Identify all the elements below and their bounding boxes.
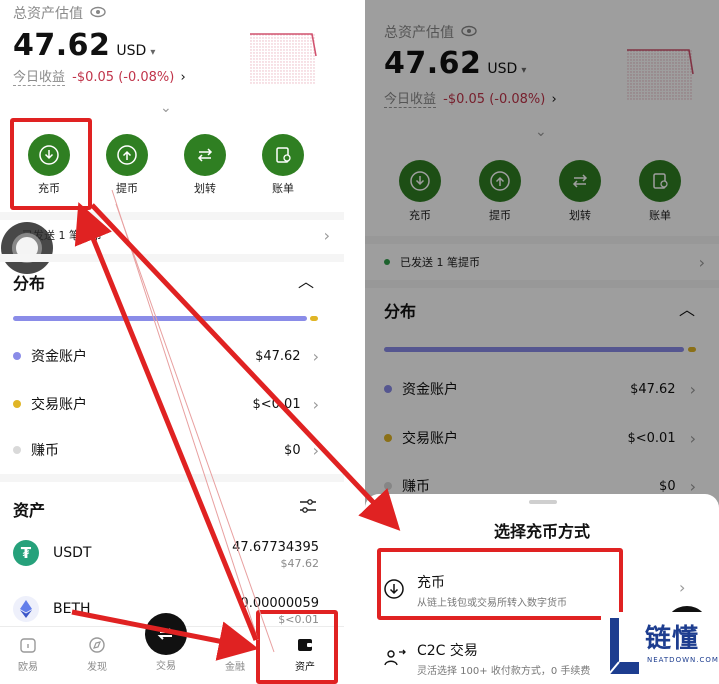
total-assets-label-text: 总资产估值 bbox=[13, 6, 83, 22]
divider bbox=[0, 474, 344, 482]
nav-label: 金融 bbox=[225, 662, 245, 673]
eth-icon bbox=[13, 596, 39, 622]
total-assets-label: 总资产估值 bbox=[13, 3, 107, 23]
account-row[interactable]: 交易账户 $<0.01 › bbox=[13, 392, 319, 416]
watermark-subtext: NEATDOWN.COM bbox=[647, 656, 719, 664]
legend-dot bbox=[13, 446, 21, 454]
expand-chevron-icon[interactable]: ⌄ bbox=[160, 100, 172, 116]
eye-icon[interactable] bbox=[90, 6, 107, 22]
chevron-right-icon: › bbox=[679, 578, 686, 597]
caret-down-icon[interactable]: ▾ bbox=[150, 47, 155, 58]
finance-icon bbox=[228, 637, 242, 653]
nav-item-discover[interactable]: 发现 bbox=[72, 635, 122, 673]
discover-icon bbox=[89, 637, 105, 653]
withdraw-button[interactable]: 提币 bbox=[97, 134, 157, 196]
watermark-l-icon bbox=[608, 618, 639, 677]
nav-item-finance[interactable]: 金融 bbox=[210, 635, 260, 673]
bill-button[interactable]: 账单 bbox=[253, 134, 313, 196]
c2c-icon bbox=[383, 648, 407, 673]
highlight-deposit-box bbox=[10, 118, 92, 210]
bill-icon bbox=[262, 134, 304, 176]
legend-dot bbox=[13, 352, 21, 360]
currency-selector[interactable]: USD bbox=[116, 43, 146, 59]
transfer-button[interactable]: 划转 bbox=[175, 134, 235, 196]
pnl-value: -$0.05 (-0.08%) bbox=[72, 70, 175, 85]
distribution-title: 分布 bbox=[13, 274, 46, 293]
chevron-right-icon: › bbox=[180, 70, 186, 85]
right-screen: 总资产估值 47.62 USD ▾ 今日收益 -$0.05 (-0.08%) ›… bbox=[365, 0, 719, 684]
account-value: $47.62 bbox=[255, 348, 301, 364]
left-screen: 总资产估值 47.62 USD ▾ 今日收益 -$0.05 (-0.08%) ›… bbox=[0, 0, 344, 684]
asset-row[interactable]: ₮ USDT 47.67734395 $47.62 bbox=[13, 540, 319, 574]
nav-label: 发现 bbox=[87, 662, 107, 673]
divider bbox=[0, 212, 344, 220]
account-value: $<0.01 bbox=[252, 396, 301, 412]
chevron-right-icon: › bbox=[312, 440, 319, 460]
distribution-bar bbox=[13, 316, 307, 321]
watermark-logo: 链懂 NEATDOWN.COM bbox=[601, 612, 719, 684]
trade-icon bbox=[145, 613, 187, 655]
nav-item-trade[interactable]: 交易 bbox=[141, 613, 191, 672]
upload-icon bbox=[106, 134, 148, 176]
highlight-assets-box bbox=[256, 610, 338, 684]
account-name: 赚币 bbox=[31, 443, 59, 459]
asset-amount: 47.67734395 bbox=[232, 540, 319, 555]
assets-title: 资产 bbox=[13, 501, 46, 520]
account-value: $0 bbox=[284, 442, 301, 458]
asset-symbol: BETH bbox=[53, 601, 91, 617]
total-value: 47.62 bbox=[13, 28, 111, 63]
panel-gap bbox=[344, 0, 365, 684]
transfer-label: 划转 bbox=[194, 182, 216, 195]
pnl-label: 今日收益 bbox=[13, 70, 66, 86]
asset-usd-value: $47.62 bbox=[280, 557, 320, 570]
chevron-right-icon: › bbox=[312, 394, 319, 414]
asset-symbol: USDT bbox=[53, 545, 92, 561]
filter-icon[interactable] bbox=[298, 498, 318, 518]
nav-label: 交易 bbox=[156, 661, 176, 672]
nav-label: 欧易 bbox=[18, 662, 38, 673]
highlight-deposit-option-box bbox=[377, 548, 623, 620]
home-icon bbox=[20, 638, 36, 653]
nav-item-home[interactable]: 欧易 bbox=[3, 635, 53, 673]
collapse-chevron-icon[interactable]: ︿ bbox=[298, 268, 314, 292]
sheet-drag-handle[interactable] bbox=[529, 500, 557, 504]
divider bbox=[0, 254, 344, 262]
chevron-right-icon: › bbox=[312, 346, 319, 366]
legend-dot bbox=[13, 400, 21, 408]
watermark-text: 链懂 bbox=[645, 624, 700, 654]
account-name: 交易账户 bbox=[31, 397, 87, 413]
account-row[interactable]: 赚币 $0 › bbox=[13, 438, 319, 462]
account-name: 资金账户 bbox=[31, 349, 87, 365]
option-desc: 灵活选择 100+ 收付款方式，0 手续费 bbox=[417, 666, 591, 677]
bill-label: 账单 bbox=[272, 182, 294, 195]
option-title: C2C 交易 bbox=[417, 643, 478, 659]
transfer-icon bbox=[184, 134, 226, 176]
asset-amount: 0.00000059 bbox=[240, 596, 319, 611]
today-pnl[interactable]: 今日收益 -$0.05 (-0.08%) › bbox=[13, 66, 186, 86]
usdt-icon: ₮ bbox=[13, 540, 39, 566]
withdraw-label: 提币 bbox=[116, 182, 138, 195]
floating-assistive-button[interactable] bbox=[1, 222, 53, 274]
total-assets-value: 47.62 USD ▾ bbox=[13, 28, 155, 63]
sparkline-chart bbox=[250, 33, 317, 84]
sheet-title: 选择充币方式 bbox=[493, 522, 590, 541]
account-row[interactable]: 资金账户 $47.62 › bbox=[13, 344, 319, 368]
chevron-right-icon: › bbox=[323, 225, 330, 245]
distribution-bar-segment bbox=[310, 316, 318, 321]
